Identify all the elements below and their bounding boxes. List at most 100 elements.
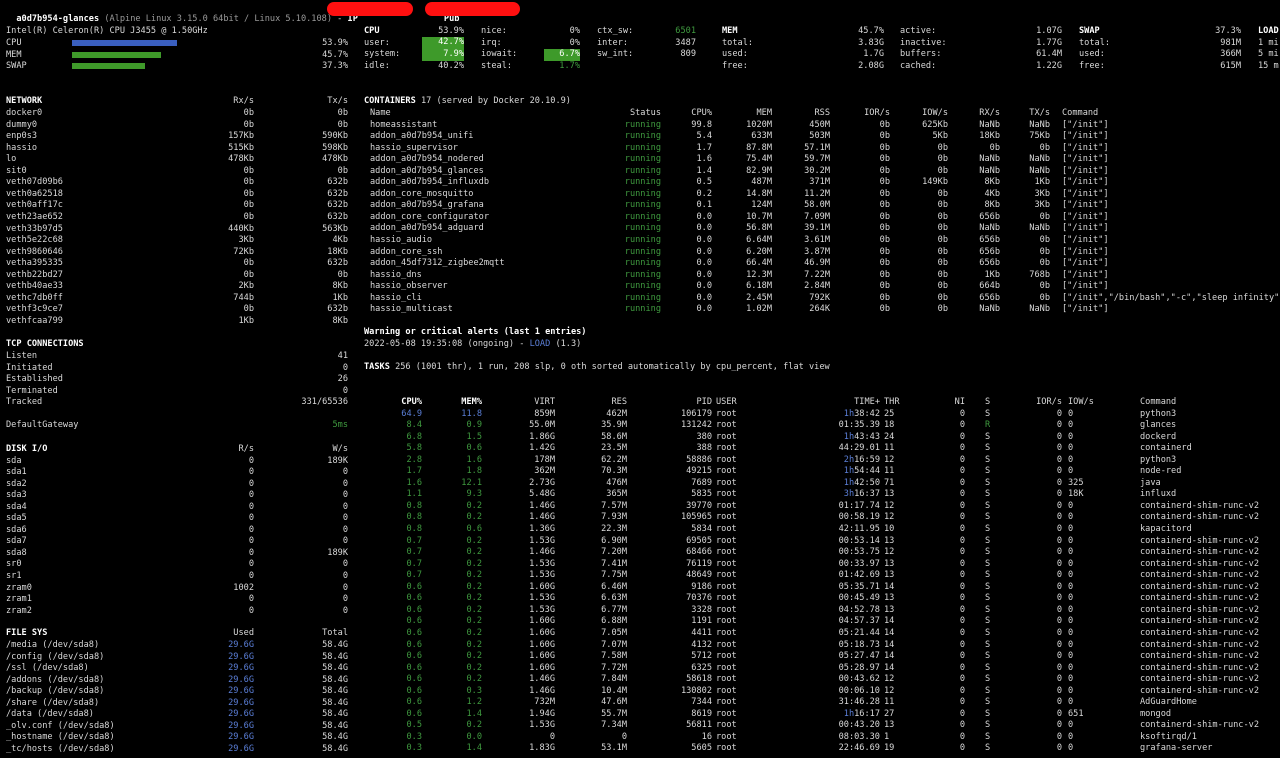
- process-user: root: [716, 662, 737, 673]
- process-ior: 0: [1056, 500, 1062, 511]
- filesys-row-col2: 58.4G: [322, 674, 348, 685]
- process-user: root: [716, 547, 737, 558]
- container-row-cell: running: [624, 142, 661, 153]
- process-status: S: [985, 616, 991, 627]
- diskio-row-col2: 0: [342, 513, 348, 524]
- process-virt: 5.48G: [529, 489, 555, 500]
- process-command: containerd-shim-runc-v2: [1140, 674, 1259, 685]
- diskio-row-col1: 0: [248, 559, 254, 570]
- process-iow: 0: [1068, 627, 1074, 638]
- diskio-row-name: sda7: [6, 536, 27, 547]
- redaction-mark-ip: [327, 2, 413, 16]
- process-cpu: 0.6: [406, 662, 422, 673]
- diskio-row-col2: 0: [342, 478, 348, 489]
- process-ior: 0: [1056, 535, 1062, 546]
- container-row-cell: ["/init"]: [1062, 142, 1109, 153]
- network-row-name: docker0: [6, 108, 43, 118]
- process-command: AdGuardHome: [1140, 697, 1197, 708]
- network-row-name: vethf3c9ce7: [6, 304, 63, 315]
- network-tx-header: Tx/s: [327, 96, 348, 106]
- process-time: 00:06.10: [808, 686, 880, 698]
- process-user: root: [716, 535, 737, 546]
- process-status: S: [985, 593, 991, 604]
- network-row-name: vethc7db0ff: [6, 292, 63, 303]
- cpu-system-value: 7.9%: [422, 49, 464, 61]
- process-command: containerd-shim-runc-v2: [1140, 535, 1259, 546]
- network-row-col2: 478Kb: [322, 154, 348, 165]
- process-res: 7.84M: [601, 674, 627, 685]
- process-pid: 5712: [691, 651, 712, 662]
- process-command: containerd-shim-runc-v2: [1140, 581, 1259, 592]
- container-row-cell: 0b: [937, 304, 948, 315]
- process-time-rest: 01:17.74: [838, 500, 880, 511]
- container-row-cell: running: [624, 119, 661, 130]
- container-row-cell: running: [624, 165, 661, 176]
- process-mem: 0.2: [466, 593, 482, 604]
- process-res: 6.63M: [601, 593, 627, 604]
- container-row-cell: 6.20M: [746, 246, 772, 257]
- process-time-rest: 00:45.49: [838, 593, 880, 604]
- container-row-cell: hassio_audio: [370, 235, 433, 245]
- process-iow: 0: [1068, 524, 1074, 534]
- process-ni: 0: [959, 685, 965, 696]
- containers-title: CONTAINERS: [364, 96, 416, 106]
- process-mem: 0.2: [466, 570, 482, 581]
- process-time-rest: 16:37: [854, 489, 880, 500]
- alerts-title: Warning or critical alerts (last 1 entri…: [364, 327, 587, 337]
- process-virt: 1.53G: [529, 720, 555, 731]
- swap-used-label: used:: [1079, 49, 1105, 59]
- container-row-cell: running: [624, 188, 661, 199]
- container-row-cell: ["/init"]: [1062, 211, 1109, 222]
- process-cpu: 1.1: [406, 489, 422, 500]
- process-thr: 11: [884, 697, 895, 708]
- process-thr: 14: [884, 627, 895, 638]
- process-command: grafana-server: [1140, 743, 1213, 754]
- filesys-row-col2: 58.4G: [322, 651, 348, 662]
- tasks-summary: 256 (1001 thr), 1 run, 208 slp, 0 oth so…: [395, 362, 830, 372]
- network-row-col2: 4Kb: [332, 235, 348, 246]
- diskio-row-col1: 0: [248, 513, 254, 524]
- process-ior: 0: [1056, 420, 1062, 431]
- process-mem: 1.5: [466, 431, 482, 442]
- cpu-user-value: 42.7%: [422, 37, 464, 49]
- process-ior: 0: [1056, 662, 1062, 673]
- quicklook-cpu-bar: [72, 40, 177, 46]
- network-row-name: veth07d09b6: [6, 177, 63, 188]
- process-time: 01:42.69: [808, 570, 880, 582]
- process-res: 7.34M: [601, 720, 627, 731]
- process-pid: 380: [696, 431, 712, 442]
- container-row-cell: 264K: [809, 304, 830, 315]
- containers-header-iors: IOR/s: [864, 108, 890, 118]
- container-row-cell: running: [624, 246, 661, 257]
- diskio-row-col1: 0: [248, 594, 254, 605]
- container-row-cell: running: [624, 200, 661, 211]
- hostname: a0d7b954-glances: [16, 13, 100, 24]
- container-row-cell: 3Kb: [1034, 188, 1050, 199]
- process-ni: 0: [959, 708, 965, 719]
- process-pid: 3328: [691, 604, 712, 615]
- filesys-row-col1: 29.6G: [228, 743, 254, 754]
- filesys-row-col2: 58.4G: [322, 709, 348, 720]
- process-mem: 0.2: [466, 639, 482, 650]
- process-header-time: TIME+: [854, 397, 880, 407]
- quicklook-cpu-value: 53.9%: [322, 38, 348, 48]
- diskio-row-col2: 0: [342, 571, 348, 581]
- process-header-s: S: [985, 397, 991, 407]
- process-cpu: 0.3: [406, 743, 422, 754]
- container-row-cell: 1.7: [696, 142, 712, 153]
- containers-header-txs: TX/s: [1029, 108, 1050, 118]
- process-res: 6.88M: [601, 616, 627, 627]
- container-row-cell: addon_a0d7b954_unifi: [370, 131, 474, 142]
- mem-inactive-value: 1.77G: [1036, 38, 1062, 48]
- cpu-title: CPU: [364, 26, 380, 36]
- process-ni: 0: [959, 489, 965, 500]
- container-row-cell: 0b: [879, 223, 890, 234]
- tcp-title: TCP CONNECTIONS: [6, 339, 84, 349]
- process-virt: 1.60G: [529, 651, 555, 662]
- diskio-row-col1: 0: [248, 455, 254, 466]
- network-row-name: vethb40ae33: [6, 281, 63, 292]
- network-row-col2: 18Kb: [327, 246, 348, 257]
- process-command: influxd: [1140, 489, 1177, 500]
- process-virt: 1.46G: [529, 500, 555, 511]
- process-res: 23.5M: [601, 443, 627, 454]
